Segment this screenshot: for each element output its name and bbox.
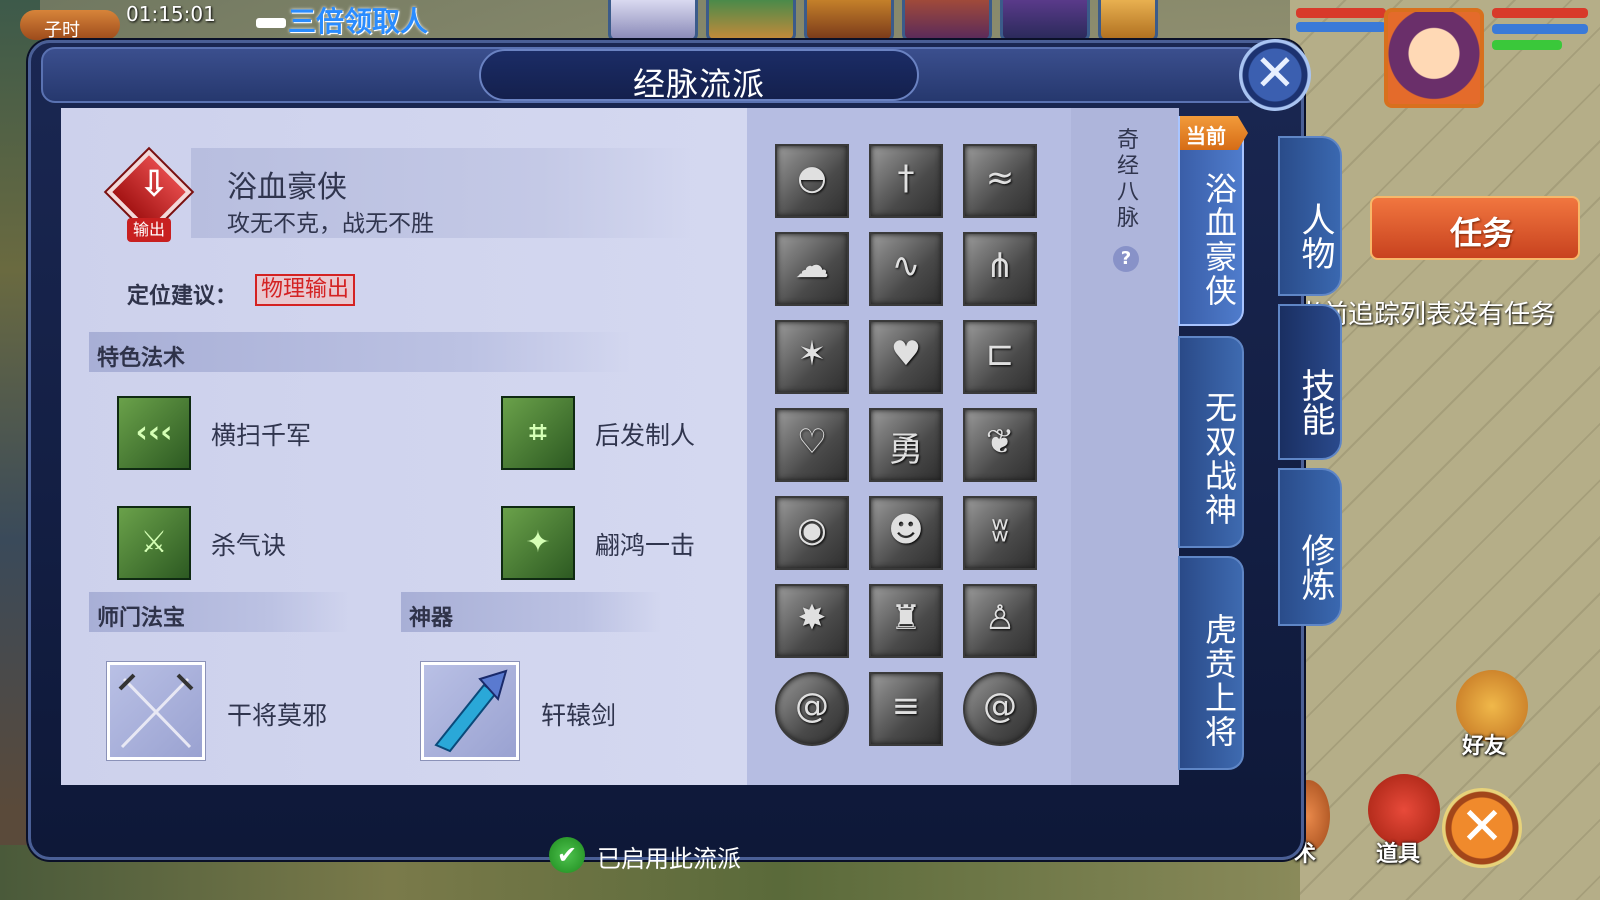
sword-in-ground-icon[interactable]: † (869, 144, 943, 218)
xuanyuan-sword-icon[interactable] (421, 662, 519, 760)
sect-treasure-header: 师门法宝 (89, 592, 349, 632)
storm-cloud-icon[interactable]: ☁ (775, 232, 849, 306)
flex-icon[interactable]: ✸ (775, 584, 849, 658)
treasure-label: 干将莫邪 (227, 701, 328, 730)
roar-icon[interactable]: ≈ (963, 144, 1037, 218)
current-ribbon: 当前 (1180, 116, 1248, 150)
school-tab-tiger-general[interactable]: 虎贲上将 (1178, 556, 1244, 770)
swan-strike-icon[interactable]: ✦ (501, 506, 575, 580)
spell-label: 杀气诀 (211, 531, 287, 560)
player-exp-bar (1492, 40, 1562, 50)
crossed-swords-graphic (118, 673, 194, 749)
wave-icon[interactable]: ∿ (869, 232, 943, 306)
promo-text: 三倍领取人 (288, 5, 429, 38)
help-icon[interactable]: ? (1113, 246, 1139, 272)
tab-cultivation[interactable]: 修炼 (1278, 468, 1342, 626)
close-icon: ✕ (1254, 44, 1296, 102)
dialog-content: ⇩ 输出 浴血豪侠 攻无不克，战无不胜 定位建议： 物理输出 特色法术 ‹‹‹ … (61, 108, 1179, 785)
player-mp-bar (1492, 24, 1588, 34)
promo-banner[interactable]: 三倍领取人 (256, 0, 428, 40)
triple-chevron-icon[interactable]: ‹‹‹ (117, 396, 191, 470)
friends-label: 好友 (1462, 734, 1507, 759)
gate-icon[interactable]: ⊏ (963, 320, 1037, 394)
items-label: 道具 (1376, 842, 1421, 867)
praying-hands-icon[interactable]: ʬ (963, 496, 1037, 570)
meridian-school-dialog: 经脉流派 ✕ ⇩ 输出 浴血豪侠 攻无不克，战无不胜 定位建议： 物理输出 特色… (28, 39, 1311, 873)
spell-label: 横扫千军 (211, 421, 312, 450)
meridian-grid: ◓ † ≈ ☁ ∿ ⋔ ✶ ♥ ⊏ ♡ 勇 ❦ ◉ ☻ ʬ ✸ ♜ ♙ @ ≡ (747, 108, 1071, 785)
position-badge: 物理输出 (255, 274, 356, 306)
thinker-icon[interactable]: ☻ (869, 496, 943, 570)
xuanyuan-sword-graphic (434, 669, 508, 753)
position-label: 定位建议： (127, 284, 238, 309)
heart-beetle-icon[interactable]: ♡ (775, 408, 849, 482)
time-period-tag: 子时 (20, 10, 120, 41)
title-bar: 经脉流派 (41, 47, 1261, 103)
swirl-right-icon[interactable]: @ (963, 672, 1037, 746)
pet-portrait[interactable] (1098, 0, 1158, 42)
role-tag: 输出 (127, 218, 171, 242)
spell-label: 翩鸿一击 (595, 531, 696, 560)
player-hp-bar (1492, 8, 1588, 18)
school-tab-war-god[interactable]: 无双战神 (1178, 336, 1244, 548)
close-icon[interactable]: ✕ (1442, 788, 1522, 868)
tab-character[interactable]: 人物 (1278, 136, 1342, 296)
pet-mp-bar (1296, 22, 1386, 32)
meridian-panel: ◓ † ≈ ☁ ∿ ⋔ ✶ ♥ ⊏ ♡ 勇 ❦ ◉ ☻ ʬ ✸ ♜ ♙ @ ≡ (747, 108, 1179, 785)
arrows-icon[interactable]: ≡ (869, 672, 943, 746)
team-portrait-3[interactable] (804, 0, 894, 42)
special-spells-header: 特色法术 (89, 332, 629, 372)
frame-strike-icon[interactable]: ⌗ (501, 396, 575, 470)
title-plate: 经脉流派 (479, 49, 919, 103)
eye-blade-icon[interactable]: ◓ (775, 144, 849, 218)
dialog-title: 经脉流派 (632, 65, 765, 103)
figure-icon[interactable]: ♙ (963, 584, 1037, 658)
school-emblem-icon: ⇩ 输出 (105, 148, 193, 242)
player-avatar[interactable] (1384, 8, 1484, 108)
artifact-label: 轩辕剑 (541, 701, 617, 730)
crossed-swords-icon[interactable] (107, 662, 205, 760)
team-portrait-4[interactable] (902, 0, 992, 42)
check-icon: ✔ (549, 837, 585, 873)
team-portrait-5[interactable] (1000, 0, 1090, 42)
killing-aura-icon[interactable]: ⚔ (117, 506, 191, 580)
game-clock: 01:15:01 (126, 2, 216, 26)
swirl-left-icon[interactable]: @ (775, 672, 849, 746)
school-motto: 攻无不克，战无不胜 (227, 211, 434, 237)
meridian-title: 奇经八脉 (1116, 128, 1139, 231)
artifact-header: 神器 (401, 592, 661, 632)
key-icon (256, 18, 286, 28)
burst-icon[interactable]: ✶ (775, 320, 849, 394)
enabled-text: 已启用此流派 (597, 845, 741, 873)
thorns-icon[interactable]: ⋔ (963, 232, 1037, 306)
courage-icon[interactable]: 勇 (869, 408, 943, 482)
pet-hp-bar (1296, 8, 1386, 18)
team-portrait-2[interactable] (706, 0, 796, 42)
school-name: 浴血豪侠 (227, 170, 347, 205)
team-portrait-1[interactable] (608, 0, 698, 42)
spiral-flame-icon[interactable]: ◉ (775, 496, 849, 570)
blade-leaf-icon[interactable]: ❦ (963, 408, 1037, 482)
tab-skills[interactable]: 技能 (1278, 304, 1342, 460)
heart-hands-icon[interactable]: ♥ (869, 320, 943, 394)
spell-label: 后发制人 (595, 421, 696, 450)
school-info-panel: ⇩ 输出 浴血豪侠 攻无不克，战无不胜 定位建议： 物理输出 特色法术 ‹‹‹ … (61, 108, 747, 785)
dialog-close-button[interactable]: ✕ (1239, 39, 1311, 111)
warrior-icon[interactable]: ♜ (869, 584, 943, 658)
task-tab-label: 任务 (1450, 214, 1515, 252)
